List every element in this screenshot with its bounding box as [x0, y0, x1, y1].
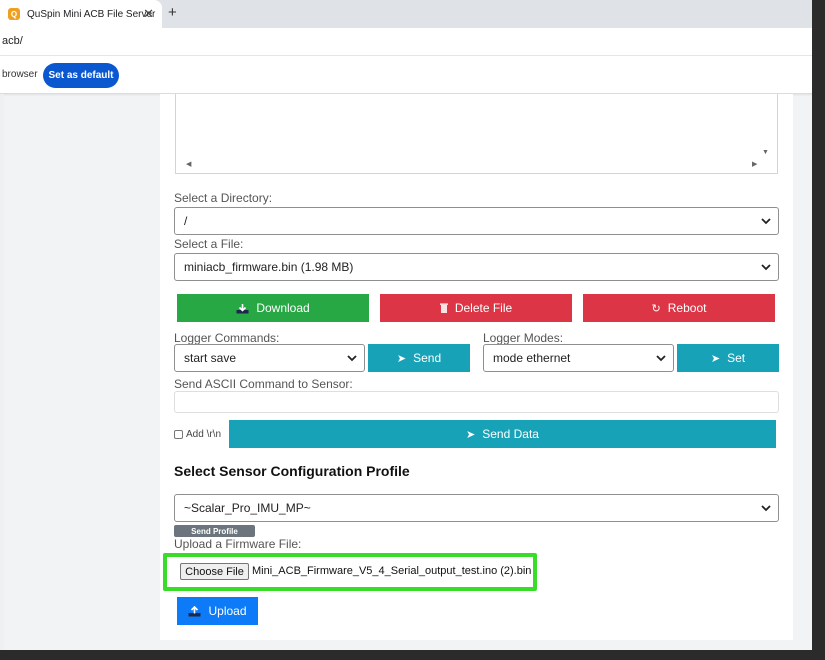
send-profile-button[interactable]: Send Profile — [174, 525, 255, 537]
new-tab-button[interactable]: + — [168, 5, 177, 21]
download-icon — [236, 303, 249, 313]
choose-file-button[interactable]: Choose File — [180, 563, 249, 580]
add-rn-checkbox[interactable] — [174, 430, 183, 439]
browser-window: Q QuSpin Mini ACB File Server ✕ + acb/ b… — [0, 0, 812, 650]
reboot-label: Reboot — [667, 301, 707, 315]
download-button[interactable]: Download — [177, 294, 369, 322]
send-command-label: Send — [413, 351, 442, 365]
address-text[interactable]: acb/ — [2, 35, 23, 47]
screen-border-bottom — [0, 650, 825, 660]
delete-file-label: Delete File — [454, 301, 513, 315]
upload-button[interactable]: Upload — [177, 597, 258, 625]
logger-modes-label: Logger Modes: — [483, 331, 564, 345]
trash-icon — [439, 303, 448, 313]
default-browser-infobar: browser — [0, 56, 812, 94]
upload-icon — [188, 605, 201, 616]
page-background — [0, 94, 4, 650]
profile-value: ~Scalar_Pro_IMU_MP~ — [184, 501, 311, 515]
send-data-button[interactable]: ➤ Send Data — [229, 420, 776, 448]
directory-select[interactable]: / — [174, 207, 779, 235]
scroll-right-icon[interactable]: ▶ — [752, 160, 757, 168]
set-as-default-button[interactable]: Set as default — [43, 63, 119, 88]
send-arrow-icon: ➤ — [396, 352, 407, 365]
set-mode-label: Set — [727, 351, 746, 365]
quspin-favicon-icon: Q — [8, 8, 20, 20]
file-label: Select a File: — [174, 237, 244, 251]
chevron-down-icon — [656, 355, 666, 362]
directory-value: / — [184, 214, 188, 228]
firmware-label: Upload a Firmware File: — [174, 537, 302, 551]
logger-commands-label: Logger Commands: — [174, 331, 280, 345]
ascii-command-input[interactable] — [174, 391, 779, 413]
tab-title: QuSpin Mini ACB File Server — [27, 8, 156, 20]
chevron-down-icon — [761, 505, 771, 512]
profile-section-title: Select Sensor Configuration Profile — [174, 463, 410, 479]
infobar-text: browser — [2, 69, 38, 80]
logger-command-select[interactable]: start save — [174, 344, 365, 372]
reload-icon: ↻ — [651, 302, 661, 315]
address-bar[interactable]: acb/ — [0, 28, 812, 56]
logger-command-value: start save — [184, 351, 237, 365]
screen-border-right — [812, 0, 825, 660]
tab-strip: Q QuSpin Mini ACB File Server ✕ + — [0, 0, 812, 28]
logger-mode-select[interactable]: mode ethernet — [483, 344, 674, 372]
delete-file-button[interactable]: Delete File — [380, 294, 572, 322]
scroll-left-icon[interactable]: ◀ — [186, 160, 191, 168]
chosen-file-name: Mini_ACB_Firmware_V5_4_Serial_output_tes… — [252, 565, 532, 577]
chevron-down-icon — [347, 355, 357, 362]
ascii-label: Send ASCII Command to Sensor: — [174, 377, 353, 391]
file-value: miniacb_firmware.bin (1.98 MB) — [184, 260, 354, 274]
send-arrow-icon: ➤ — [710, 352, 721, 365]
browser-tab[interactable]: Q QuSpin Mini ACB File Server ✕ — [0, 0, 162, 28]
set-mode-button[interactable]: ➤ Set — [677, 344, 779, 372]
log-textarea[interactable] — [175, 94, 778, 174]
send-data-label: Send Data — [482, 427, 539, 441]
file-select[interactable]: miniacb_firmware.bin (1.98 MB) — [174, 253, 779, 281]
download-label: Download — [256, 301, 310, 315]
tab-close-icon[interactable]: ✕ — [143, 7, 154, 20]
add-rn-label: Add \r\n — [186, 429, 222, 440]
upload-label: Upload — [208, 604, 247, 618]
scroll-down-icon[interactable]: ▼ — [762, 149, 769, 156]
chevron-down-icon — [761, 264, 771, 271]
logger-mode-value: mode ethernet — [493, 351, 571, 365]
send-command-button[interactable]: ➤ Send — [368, 344, 470, 372]
send-arrow-icon: ➤ — [466, 428, 476, 441]
profile-select[interactable]: ~Scalar_Pro_IMU_MP~ — [174, 494, 779, 522]
directory-label: Select a Directory: — [174, 191, 273, 205]
reboot-button[interactable]: ↻ Reboot — [583, 294, 775, 322]
chevron-down-icon — [761, 218, 771, 225]
add-rn-checkbox-row[interactable]: Add \r\n — [174, 429, 221, 440]
